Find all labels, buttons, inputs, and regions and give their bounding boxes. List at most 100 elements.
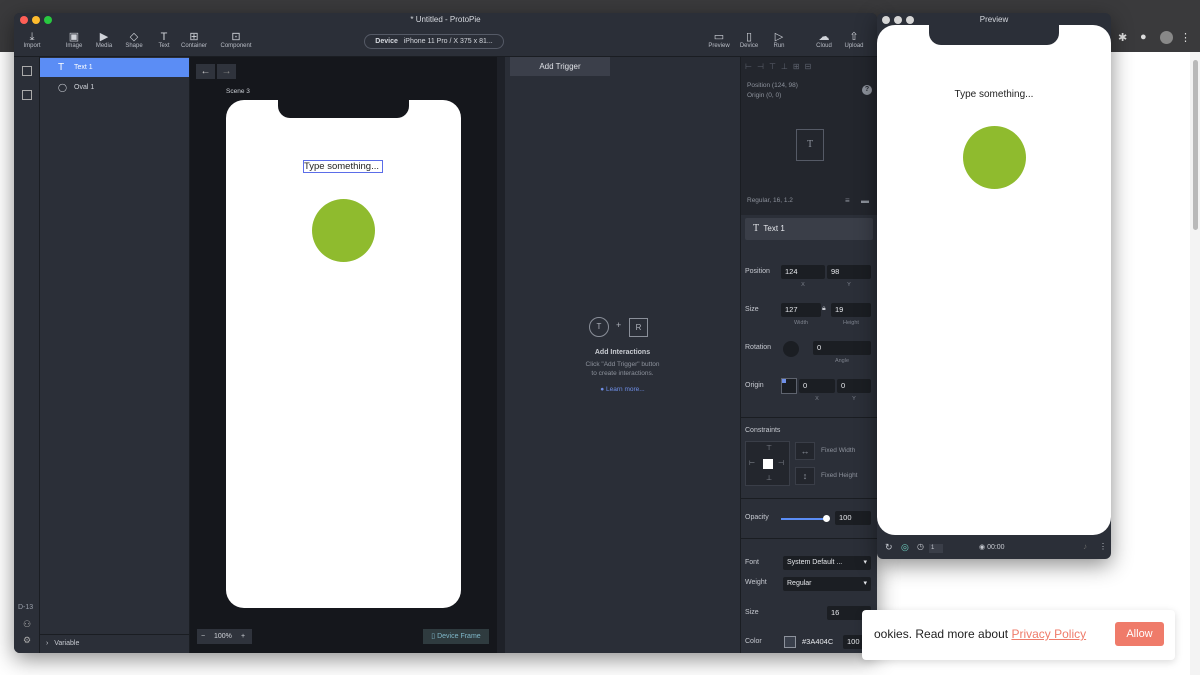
upload-button[interactable]: ⇧ Upload [837,31,871,49]
constraint-right-icon[interactable]: ⊣ [778,459,784,467]
reload-icon[interactable]: ↻ [885,542,893,553]
weight-select[interactable]: Regular ▾ [783,577,871,591]
assets-panel-icon[interactable] [22,90,32,100]
opacity-input[interactable]: 100 [835,511,871,525]
canvas-area[interactable]: ← → Scene 3 Type something... − 100% + ▯… [190,57,497,653]
left-rail: D-13 ⚇ ⚙ [14,57,40,653]
preview-oval [963,126,1026,189]
font-select[interactable]: System Default ... ▾ [783,556,871,570]
shape-button[interactable]: ◇ Shape [117,31,151,49]
text-align-icon[interactable]: ≡ [845,196,850,205]
text-preview-thumbnail: T [796,129,824,161]
help-icon[interactable]: ? [862,85,872,95]
device-frame-button[interactable]: ▯ Device Frame [423,629,489,644]
cloud-button[interactable]: ☁ Cloud [807,31,841,49]
avatar[interactable] [1160,31,1173,44]
zoom-in-button[interactable]: + [241,629,245,644]
timer-icon[interactable]: ◷ [917,542,924,551]
constraint-left-icon[interactable]: ⊢ [749,459,755,467]
run-button[interactable]: ▷ Run [762,31,796,49]
size-width-input[interactable]: 127 [781,303,821,317]
trigger-icon: T [589,317,609,337]
rotation-input[interactable]: 0 [813,341,871,355]
user-icon[interactable]: ⚇ [23,619,31,630]
position-x-input[interactable]: 124 [781,265,825,279]
layer-name-header: T Text 1 [745,218,873,240]
image-button[interactable]: ▣ Image [57,31,91,49]
align-tools[interactable]: ⊢⊣⊤⊥⊞⊟ [745,62,875,72]
browser-menu-icon[interactable]: ⋮ [1180,31,1191,44]
run-icon: ▷ [774,31,784,43]
font-info: Regular, 16, 1.2 [747,197,793,204]
interactions-panel: Add Trigger T + R Add Interactions Click… [497,57,740,653]
response-icon: R [629,318,648,337]
extensions-icon[interactable]: ✱ [1118,31,1127,44]
preview-button[interactable]: ▭ Preview [702,31,736,49]
forward-arrow-icon[interactable]: → [217,64,236,79]
rotation-dial[interactable] [783,341,799,357]
add-trigger-button[interactable]: Add Trigger [510,57,610,76]
component-button[interactable]: ⊡ Component [216,31,256,49]
preview-icon: ▭ [713,31,725,43]
more-menu-icon[interactable]: ⋮ [1099,542,1107,551]
mic-icon[interactable]: ♪ [1083,542,1087,551]
constraints-widget[interactable]: ⊤ ⊥ ⊢ ⊣ [745,441,790,486]
preview-title: Preview [979,15,1009,24]
position-y-input[interactable]: 98 [827,265,871,279]
container-icon: ⊞ [189,31,199,43]
text-tool-button[interactable]: T Text [147,31,181,49]
origin-y-input[interactable]: 0 [837,379,871,393]
settings-icon[interactable]: ⚙ [23,635,31,646]
layer-item-oval-1[interactable]: ◯ Oval 1 [40,78,189,97]
device-select[interactable]: Device iPhone 11 Pro / X 375 x 81... [364,34,504,49]
fixed-width-icon[interactable]: ↔ [795,442,815,460]
font-label: Font [745,559,760,566]
color-swatch[interactable] [784,636,796,648]
play-timer[interactable]: ◉ 00:00 [979,543,1005,551]
privacy-policy-link[interactable]: Privacy Policy [1011,627,1086,641]
preview-phone-screen[interactable]: Type something... [877,25,1111,535]
constraints-label: Constraints [745,427,781,434]
counter-select[interactable]: 1 [929,544,943,553]
scene-phone-frame[interactable]: Type something... [226,100,461,608]
opacity-slider-thumb[interactable] [823,515,830,522]
profile-icon[interactable]: ● [1140,31,1147,43]
color-hex-input[interactable]: #3A404C [798,635,838,649]
variable-section[interactable]: › Variable [40,634,189,652]
fixed-height-icon[interactable]: ↕ [795,467,815,485]
constraint-top-icon[interactable]: ⊤ [766,444,772,452]
origin-grid-icon[interactable] [781,378,797,394]
chevron-right-icon: › [46,640,49,647]
origin-x-input[interactable]: 0 [799,379,835,393]
device-button[interactable]: ▯ Device [732,31,766,49]
text-layer-icon: T [753,223,760,234]
constraint-bottom-icon[interactable]: ⊥ [766,474,772,482]
fixed-width-label: Fixed Width [821,447,856,454]
opacity-slider[interactable] [781,518,826,520]
layers-panel-icon[interactable] [22,66,32,76]
preview-text: Type something... [954,89,1034,100]
container-button[interactable]: ⊞ Container [177,31,211,49]
layer-item-text-1[interactable]: T Text 1 [40,58,189,77]
text-options-icon[interactable]: ▬ [861,196,869,205]
properties-panel: ⊢⊣⊤⊥⊞⊟ Position (124, 98) Origin (0, 0) … [740,57,877,653]
size-height-input[interactable]: 19 [831,303,871,317]
device-frame-icon: ▯ [431,633,436,640]
image-icon: ▣ [68,31,80,43]
learn-more-link[interactable]: ● Learn more... [505,386,740,393]
cookie-text: ookies. Read more about Privacy Policy [874,627,1087,641]
origin-label: Origin [745,382,764,389]
lock-icon[interactable]: 🔒︎ [822,305,826,313]
canvas-oval-layer[interactable] [312,199,375,262]
canvas-text-layer[interactable]: Type something... [303,160,383,173]
zoom-level: 100% [214,633,232,640]
cookie-banner: ookies. Read more about Privacy Policy A… [862,610,1175,660]
media-button[interactable]: ▶ Media [87,31,121,49]
zoom-out-button[interactable]: − [201,629,205,644]
position-x-label: X [801,282,805,288]
import-button[interactable]: ⤓ Import [15,31,49,49]
screenshot-icon[interactable]: ◎ [901,542,909,553]
allow-cookies-button[interactable]: Allow [1115,622,1164,646]
browser-scroll-thumb[interactable] [1193,60,1198,230]
back-arrow-icon[interactable]: ← [196,64,215,79]
